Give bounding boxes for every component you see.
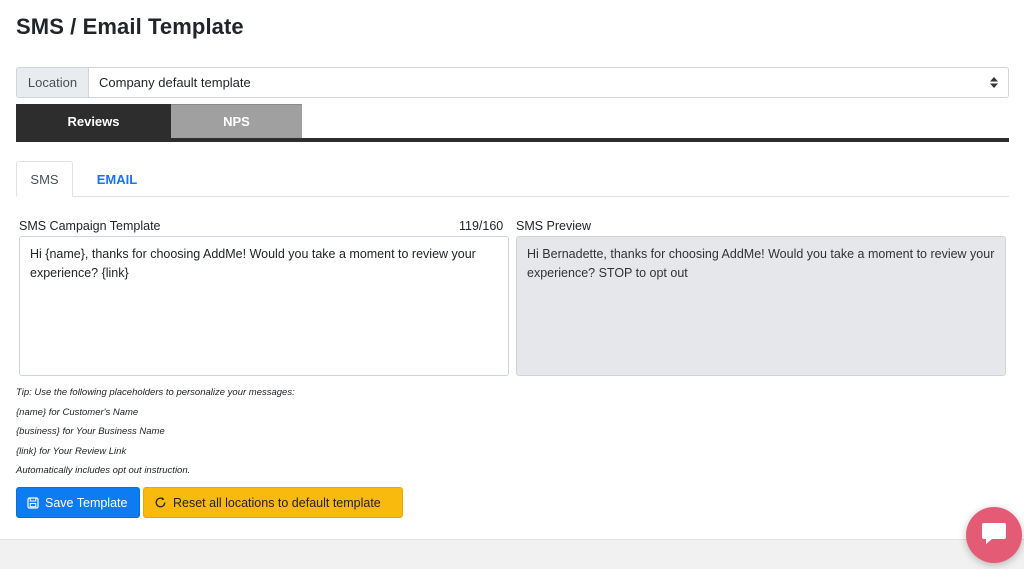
tip-line: {link} for Your Review Link — [16, 445, 127, 457]
location-selector[interactable]: Location Company default template — [16, 67, 1009, 98]
preview-label: SMS Preview — [516, 219, 592, 233]
tip-line: Automatically includes opt out instructi… — [16, 465, 191, 476]
template-textarea[interactable]: Hi {name}, thanks for choosing AddMe! Wo… — [19, 236, 509, 376]
tabs-underline — [16, 138, 1009, 142]
save-button-label: Save Template — [45, 495, 128, 510]
tab-sms[interactable]: SMS — [16, 161, 73, 197]
tip-line: {name} for Customer's Name — [16, 406, 139, 418]
tab-reviews[interactable]: Reviews — [16, 104, 171, 138]
refresh-icon — [154, 496, 167, 509]
main-tabs: Reviews NPS — [16, 104, 1009, 142]
reset-locations-button[interactable]: Reset all locations to default template — [143, 487, 403, 518]
chat-widget-button[interactable] — [966, 507, 1022, 563]
page-title: SMS / Email Template — [16, 14, 244, 39]
template-label: SMS Campaign Template — [19, 219, 161, 233]
tip-line: Tip: Use the following placeholders to p… — [16, 387, 295, 398]
save-icon — [27, 496, 39, 509]
tab-email[interactable]: EMAIL — [78, 161, 156, 197]
location-selected-value: Company default template — [99, 75, 251, 90]
chat-icon — [980, 520, 1008, 551]
save-template-button[interactable]: Save Template — [16, 487, 140, 518]
tab-nps[interactable]: NPS — [171, 104, 302, 138]
char-count: 119/160 — [459, 219, 504, 233]
tips-section: Tip: Use the following placeholders to p… — [16, 387, 295, 485]
location-label: Location — [17, 68, 89, 97]
tip-line: {business} for Your Business Name — [16, 426, 165, 437]
location-select[interactable]: Company default template — [89, 68, 1008, 97]
sort-icon — [990, 77, 998, 88]
footer-band — [0, 539, 1024, 569]
channel-tabs: SMS EMAIL — [16, 161, 1009, 197]
preview-box: Hi Bernadette, thanks for choosing AddMe… — [516, 236, 1006, 376]
page-container: SMS / Email Template Location Company de… — [0, 0, 1024, 539]
reset-button-label: Reset all locations to default template — [173, 495, 381, 510]
